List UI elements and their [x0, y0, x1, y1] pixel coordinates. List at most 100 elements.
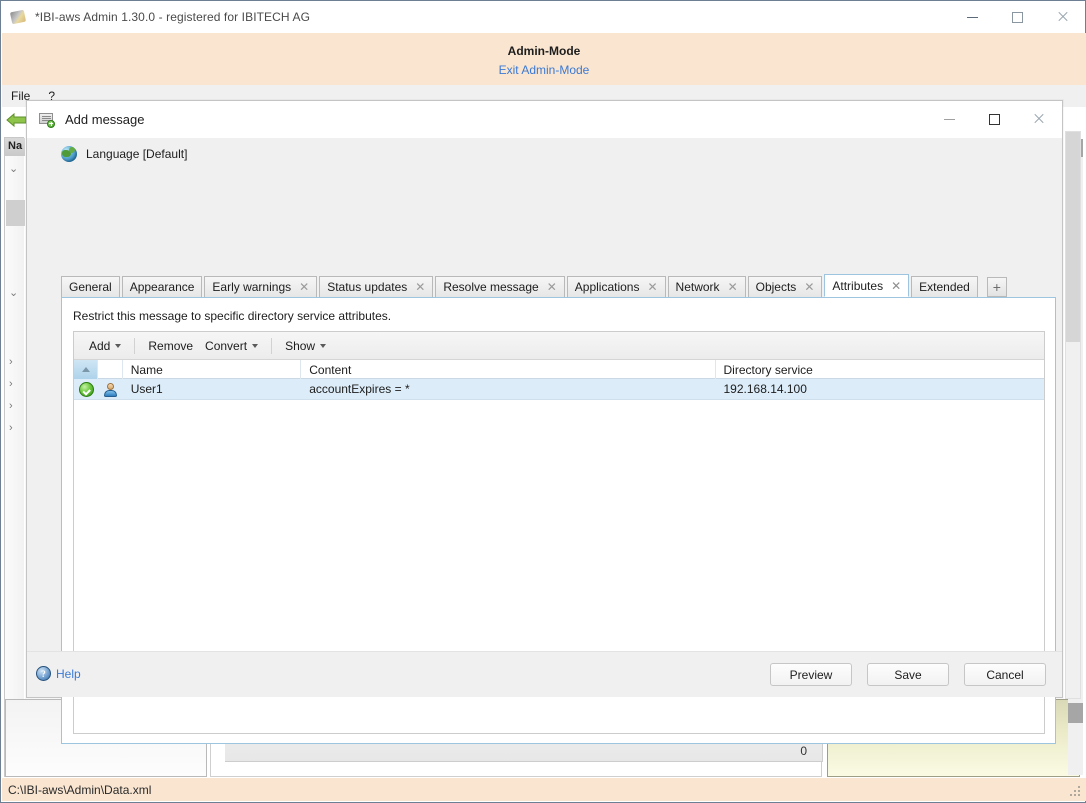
dialog-title: Add message — [65, 112, 145, 127]
tab-close-icon[interactable]: ✕ — [547, 281, 557, 293]
main-window-title: *IBI-aws Admin 1.30.0 - registered for I… — [35, 10, 310, 24]
dialog-minimize-button[interactable] — [927, 101, 972, 138]
sort-ascending-icon — [82, 367, 90, 372]
exit-admin-mode-link[interactable]: Exit Admin-Mode — [499, 63, 590, 77]
add-message-icon — [39, 112, 55, 128]
statusbar: C:\IBI-aws\Admin\Data.xml — [2, 778, 1086, 801]
row-cell-directory-service: 192.168.14.100 — [715, 379, 1044, 400]
tab-label: Status updates — [327, 280, 407, 294]
admin-mode-title: Admin-Mode — [508, 44, 581, 58]
tab-extended[interactable]: Extended — [911, 276, 978, 297]
tree-expander-icon[interactable]: ⌄ — [9, 286, 18, 299]
grid-toolbar: Add Remove Convert Show — [74, 332, 1044, 360]
cancel-button[interactable]: Cancel — [964, 663, 1046, 686]
convert-button[interactable]: Convert — [199, 337, 264, 355]
resize-grip-icon[interactable] — [1070, 786, 1082, 798]
chevron-down-icon — [320, 344, 326, 348]
save-button[interactable]: Save — [867, 663, 949, 686]
tab-attributes[interactable]: Attributes ✕ — [824, 274, 909, 297]
dialog-close-button[interactable] — [1017, 101, 1062, 138]
row-status-cell — [74, 379, 98, 400]
tab-status-updates[interactable]: Status updates ✕ — [319, 276, 433, 297]
grid-sort-column-header[interactable] — [74, 360, 98, 379]
tab-close-icon[interactable]: ✕ — [415, 281, 425, 293]
application-window: *IBI-aws Admin 1.30.0 - registered for I… — [0, 0, 1086, 803]
back-arrow-icon[interactable] — [6, 112, 28, 128]
navigation-tree-panel[interactable]: Na ⌄ ⌄ › › › › — [4, 137, 24, 777]
tab-close-icon[interactable]: ✕ — [728, 281, 738, 293]
tree-collapsed-icon[interactable]: › — [9, 356, 13, 368]
pen-icon — [10, 9, 26, 25]
add-button[interactable]: Add — [83, 337, 127, 355]
tab-label: Appearance — [130, 280, 195, 294]
tab-early-warnings[interactable]: Early warnings ✕ — [204, 276, 317, 297]
dialog-titlebar: Add message — [27, 101, 1062, 138]
dialog-tabstrip: General Appearance Early warnings ✕ Stat… — [61, 275, 1056, 297]
navigation-selected-item[interactable] — [6, 200, 25, 226]
chevron-down-icon — [115, 344, 121, 348]
add-message-dialog: Add message Language [Default] General A… — [26, 100, 1063, 698]
tab-close-icon[interactable]: ✕ — [804, 281, 814, 293]
tab-label: Network — [676, 280, 720, 294]
help-label: Help — [56, 667, 81, 681]
dialog-vertical-scrollbar[interactable] — [1065, 131, 1081, 699]
dialog-scrollbar-thumb[interactable] — [1066, 132, 1080, 342]
tab-network[interactable]: Network ✕ — [668, 276, 746, 297]
tree-collapsed-icon[interactable]: › — [9, 378, 13, 390]
tab-objects[interactable]: Objects ✕ — [748, 276, 823, 297]
tree-expander-icon[interactable]: ⌄ — [9, 162, 18, 175]
tab-close-icon[interactable]: ✕ — [299, 281, 309, 293]
add-tab-button[interactable]: + — [987, 277, 1007, 297]
page-description: Restrict this message to specific direct… — [73, 309, 391, 323]
row-type-cell — [98, 379, 122, 400]
tab-appearance[interactable]: Appearance — [122, 276, 203, 297]
main-titlebar: *IBI-aws Admin 1.30.0 - registered for I… — [1, 1, 1085, 33]
help-link[interactable]: ? Help — [36, 666, 81, 681]
check-circle-icon — [79, 382, 94, 397]
tab-resolve-message[interactable]: Resolve message ✕ — [435, 276, 564, 297]
tab-label: Applications — [575, 280, 640, 294]
grid-column-header-name[interactable]: Name — [123, 360, 302, 379]
dialog-window-controls — [927, 101, 1062, 138]
main-maximize-button[interactable] — [995, 1, 1040, 33]
convert-button-label: Convert — [205, 339, 247, 353]
main-close-button[interactable] — [1040, 1, 1085, 33]
main-window-controls — [950, 1, 1085, 33]
remove-button[interactable]: Remove — [142, 337, 199, 355]
dialog-maximize-button[interactable] — [972, 101, 1017, 138]
tab-label: General — [69, 280, 112, 294]
grid-column-header-content[interactable]: Content — [301, 360, 715, 379]
help-icon: ? — [36, 666, 51, 681]
tab-label: Early warnings — [212, 280, 291, 294]
tab-label: Resolve message — [443, 280, 538, 294]
show-button-label: Show — [285, 339, 315, 353]
admin-mode-banner: Admin-Mode Exit Admin-Mode — [2, 33, 1086, 85]
dialog-language-row: Language [Default] — [27, 138, 1062, 170]
tree-collapsed-icon[interactable]: › — [9, 400, 13, 412]
tab-label: Objects — [756, 280, 797, 294]
grid-column-header-directory-service[interactable]: Directory service — [716, 360, 1045, 379]
tab-close-icon[interactable]: ✕ — [891, 280, 901, 292]
add-button-label: Add — [89, 339, 110, 353]
row-cell-content: accountExpires = * — [301, 379, 715, 400]
dialog-footer: ? Help Preview Save Cancel — [27, 651, 1062, 697]
row-cell-name: User1 — [123, 379, 302, 400]
background-scrollbar-thumb-bottom[interactable] — [1068, 703, 1083, 723]
table-row[interactable]: User1 accountExpires = * 192.168.14.100 — [74, 379, 1044, 400]
tab-close-icon[interactable]: ✕ — [647, 281, 657, 293]
grid-header-row: Name Content Directory service — [74, 360, 1044, 379]
tab-applications[interactable]: Applications ✕ — [567, 276, 666, 297]
preview-button[interactable]: Preview — [770, 663, 852, 686]
tree-collapsed-icon[interactable]: › — [9, 422, 13, 434]
tab-general[interactable]: General — [61, 276, 120, 297]
remove-button-label: Remove — [148, 339, 193, 353]
navigation-panel-header: Na — [5, 138, 25, 156]
tab-label: Extended — [919, 280, 970, 294]
grid-icon-column-header[interactable] — [98, 360, 122, 379]
language-label[interactable]: Language [Default] — [86, 147, 187, 161]
statusbar-file-path: C:\IBI-aws\Admin\Data.xml — [2, 783, 151, 797]
show-button[interactable]: Show — [279, 337, 332, 355]
tab-label: Attributes — [832, 279, 883, 293]
main-minimize-button[interactable] — [950, 1, 995, 33]
background-value-label: 0 — [800, 744, 807, 758]
